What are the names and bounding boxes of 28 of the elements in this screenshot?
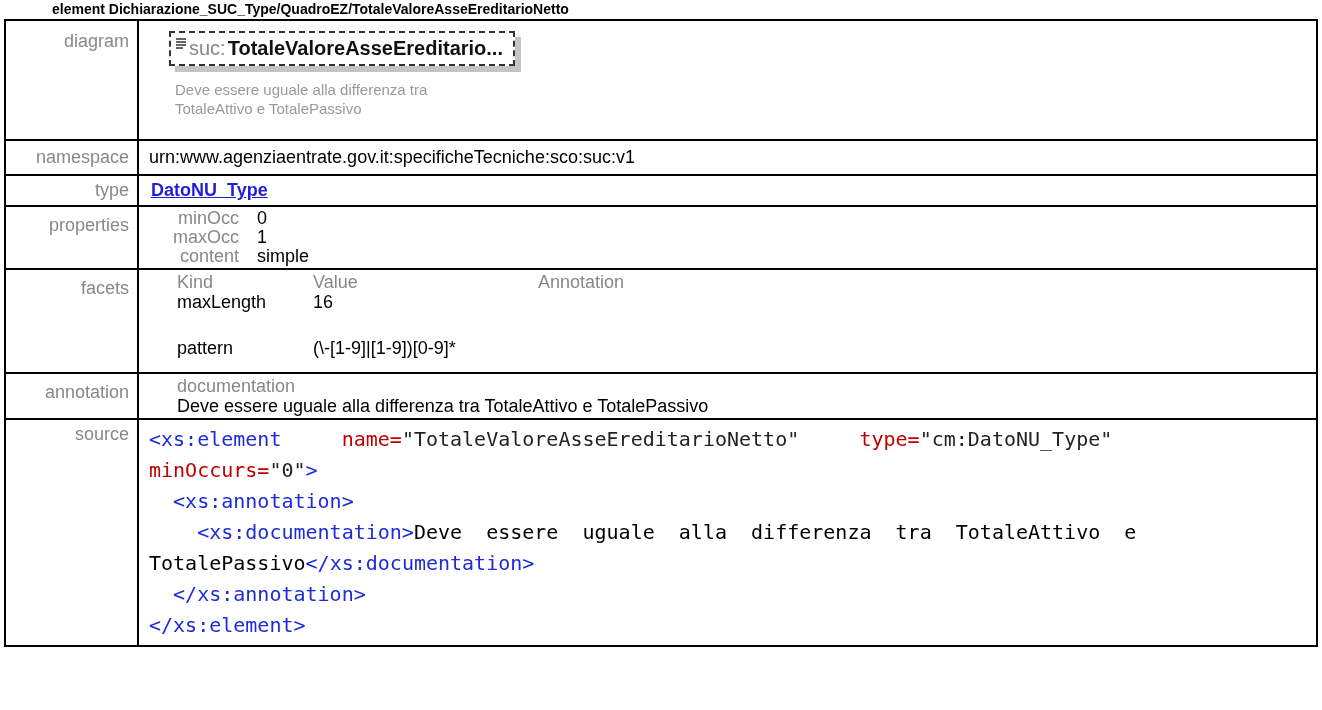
column-header: Value <box>313 272 359 292</box>
row-label: annotation <box>6 374 139 420</box>
column-header: Annotation <box>538 272 626 292</box>
row-label: namespace <box>6 141 139 176</box>
source-code: <xs:element name="TotaleValoreAsseEreditarioNetto" type="cm:DatoNU_Type" minOccurs="0"> <xs:annotation> <xs:documentation>Deve essere uguale alla differenza tra TotaleAttivo e TotalePassivo</xs:documentation> </xs:annotation> </xs:element> <box>148 426 1138 639</box>
facet-value: 16 <box>313 292 335 312</box>
facet-kind: pattern <box>177 338 235 358</box>
facet-value: (\-[1-9]|[1-9])[0-9]* <box>313 338 457 358</box>
type-link[interactable]: DatoNU_Type <box>151 180 268 200</box>
facet-kind: maxLength <box>177 292 268 312</box>
column-header: Kind <box>177 272 215 292</box>
page-heading: element Dichiarazione_SUC_Type/QuadroEZ/TotaleValoreAsseEreditarioNetto <box>51 0 570 17</box>
node-annotation: Deve essere uguale alla differenza tra TotaleAttivo e TotalePassivo <box>175 80 429 118</box>
property-value: 1 <box>257 228 269 247</box>
row-label: diagram <box>6 21 139 141</box>
annotation-title: documentation <box>177 376 296 396</box>
row-label: facets <box>6 270 139 374</box>
property-name: maxOcc <box>173 228 239 247</box>
row-label: type <box>6 176 139 207</box>
property-name: minOcc <box>177 209 239 228</box>
list-icon <box>175 37 187 51</box>
row-label: source <box>6 420 139 645</box>
row-label: properties <box>6 207 139 270</box>
property-name: content <box>178 247 239 266</box>
property-value: simple <box>257 247 310 266</box>
namespace-value: urn:www.agenziaentrate.gov.it:specificheTecniche:sco:suc:v1 <box>139 141 1316 176</box>
annotation-text: Deve essere uguale alla differenza tra TotaleAttivo e TotalePassivo <box>177 396 709 416</box>
property-value: 0 <box>257 209 269 228</box>
